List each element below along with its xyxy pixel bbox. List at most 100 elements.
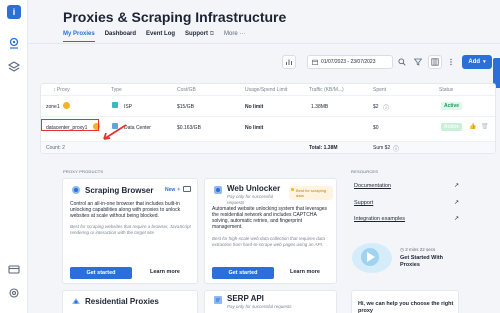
layers-nav-icon[interactable] [7, 60, 21, 74]
search-icon [398, 58, 406, 66]
proxy-table: ↕ Proxy Type Cost/GB Usage/Spend Limit T… [40, 83, 496, 154]
annotation-highlight-box [41, 119, 99, 131]
col-header-spent[interactable]: Spent [373, 87, 386, 93]
web-unlocker-subtitle: Pay only for successful requests [227, 194, 274, 205]
proxy-traffic: 1.38MB [311, 104, 329, 110]
integration-examples-link[interactable]: Integration examples [354, 216, 405, 222]
video-icon[interactable] [183, 186, 191, 192]
tab-more[interactable]: More ··· [224, 31, 245, 42]
products-section-label: PROXY PRODUCTS [63, 169, 104, 174]
web-unlocker-get-started-button[interactable]: Get started [212, 267, 274, 279]
proxy-spent: $2 [373, 104, 379, 110]
chevron-down-icon: ▾ [483, 59, 486, 65]
video-duration-label: 2 mins 22 secs [405, 247, 436, 252]
best-for-scraping-label: Best for scraping data [296, 188, 327, 198]
tab-more-label: More [224, 31, 238, 37]
row-count: Count: 2 [46, 145, 65, 151]
serp-api-card: SERP API Pay only for successful request… [204, 290, 337, 313]
proxy-name[interactable]: zone1 [46, 104, 60, 110]
header-divider [28, 43, 500, 44]
page-title: Proxies & Scraping Infrastructure [63, 9, 287, 25]
trash-icon[interactable]: 🗑 [481, 123, 489, 130]
more-dots-icon: ··· [239, 31, 246, 37]
info-icon[interactable]: ⓘ [383, 103, 389, 112]
video-title: Get Started With Proxies [400, 255, 444, 268]
brand-logo-icon[interactable]: i [7, 5, 21, 19]
scraping-browser-title: Scraping Browser [85, 186, 154, 195]
serp-api-title: SERP API [227, 294, 264, 303]
col-header-type[interactable]: Type [111, 87, 122, 93]
add-proxy-button[interactable]: Add ▾ [462, 55, 492, 69]
scraping-browser-get-started-button[interactable]: Get started [70, 267, 132, 279]
support-link[interactable]: Support [354, 200, 373, 206]
settings-nav-icon[interactable] [7, 286, 21, 300]
thumbs-up-icon[interactable]: 👍 [469, 123, 476, 130]
clock-icon: ◷ [400, 247, 404, 252]
arrow-up-right-icon: ↗ [454, 200, 460, 206]
filter-button[interactable] [412, 55, 424, 69]
tab-bar: My Proxies Dashboard Event Log Support ⧉… [63, 31, 245, 42]
new-badge-label: New [165, 187, 176, 193]
new-badge: New ✦ [165, 187, 181, 193]
video-thumbnail-icon [352, 243, 392, 273]
search-button[interactable] [396, 55, 408, 69]
web-unlocker-best-for: Best for high-scale web data collection … [212, 236, 326, 247]
col-header-status[interactable]: Status [439, 87, 453, 93]
calendar-icon [312, 59, 318, 65]
col-header-traffic[interactable]: Traffic (KB/M...) [309, 87, 344, 93]
web-unlocker-card: Web Unlocker Pay only for successful req… [204, 178, 337, 284]
scraping-browser-description: Control an all-in-one browser that inclu… [70, 201, 181, 219]
app-root: i Proxies & Scraping Infrastructure My P… [0, 0, 500, 313]
help-chat-card[interactable]: Hi, we can help you choose the right pro… [351, 290, 459, 313]
col-header-proxy-label: Proxy [56, 87, 70, 93]
tab-event-log[interactable]: Event Log [146, 31, 175, 42]
traffic-total: Total: 1.38M [309, 145, 338, 151]
date-range-value: 01/07/2023 - 23/07/2023 [321, 59, 376, 65]
shared-ip-icon [63, 102, 70, 109]
documentation-link[interactable]: Documentation [354, 183, 391, 189]
web-unlocker-learn-more-link[interactable]: Learn more [290, 269, 320, 275]
bar-chart-icon [286, 59, 292, 65]
status-badge: Active [441, 123, 463, 131]
proxy-cost: $15/GB [177, 104, 194, 110]
sparkle-icon: ✦ [176, 187, 181, 193]
col-header-cost[interactable]: Cost/GB [177, 87, 196, 93]
proxy-spent: $0 [373, 125, 379, 131]
residential-proxies-icon [72, 298, 80, 304]
residential-proxies-title: Residential Proxies [85, 297, 159, 306]
billing-nav-icon[interactable] [7, 262, 21, 276]
proxy-limit: No limit [245, 104, 264, 110]
proxy-cost: $0.163/GB [177, 125, 201, 131]
columns-icon [431, 58, 439, 66]
external-link-icon: ⧉ [209, 31, 215, 37]
proxy-limit: No limit [245, 125, 264, 131]
sort-arrow-icon: ↕ [53, 87, 56, 93]
vertical-dots-icon [450, 58, 452, 66]
proxies-nav-icon[interactable] [7, 36, 21, 50]
isp-type-icon [112, 102, 118, 108]
arrow-up-right-icon: ↗ [454, 216, 460, 222]
chart-view-button[interactable] [282, 55, 296, 69]
proxy-type: ISP [124, 104, 133, 110]
table-row[interactable]: zone1 ISP $15/GB No limit 1.38MB $2 ⓘ Ac… [41, 95, 495, 116]
best-for-scraping-badge: Best for scraping data [289, 186, 333, 200]
web-unlocker-description: Automated website unlocking system that … [212, 206, 328, 230]
spent-sum: Sum $2 [373, 145, 391, 151]
scraping-browser-icon [72, 186, 80, 194]
info-icon[interactable]: ⓘ [393, 144, 399, 153]
filter-icon [414, 58, 422, 66]
date-range-picker[interactable]: 01/07/2023 - 23/07/2023 [307, 55, 393, 69]
kebab-menu-button[interactable] [446, 55, 456, 69]
serp-api-subtitle: Pay only for successful requests [227, 304, 292, 309]
web-unlocker-title: Web Unlocker [227, 184, 281, 193]
tab-support-label: Support [185, 31, 209, 37]
tab-my-proxies[interactable]: My Proxies [63, 31, 95, 42]
columns-button[interactable] [428, 55, 442, 69]
getting-started-video[interactable]: ◷ 2 mins 22 secs Get Started With Proxie… [350, 241, 458, 275]
col-header-limit[interactable]: Usage/Spend Limit [245, 87, 287, 93]
col-header-proxy[interactable]: ↕ Proxy [53, 87, 70, 93]
left-rail: i [0, 0, 28, 313]
tab-dashboard[interactable]: Dashboard [105, 31, 136, 42]
scraping-browser-learn-more-link[interactable]: Learn more [150, 269, 180, 275]
tab-support[interactable]: Support ⧉ [185, 31, 214, 42]
